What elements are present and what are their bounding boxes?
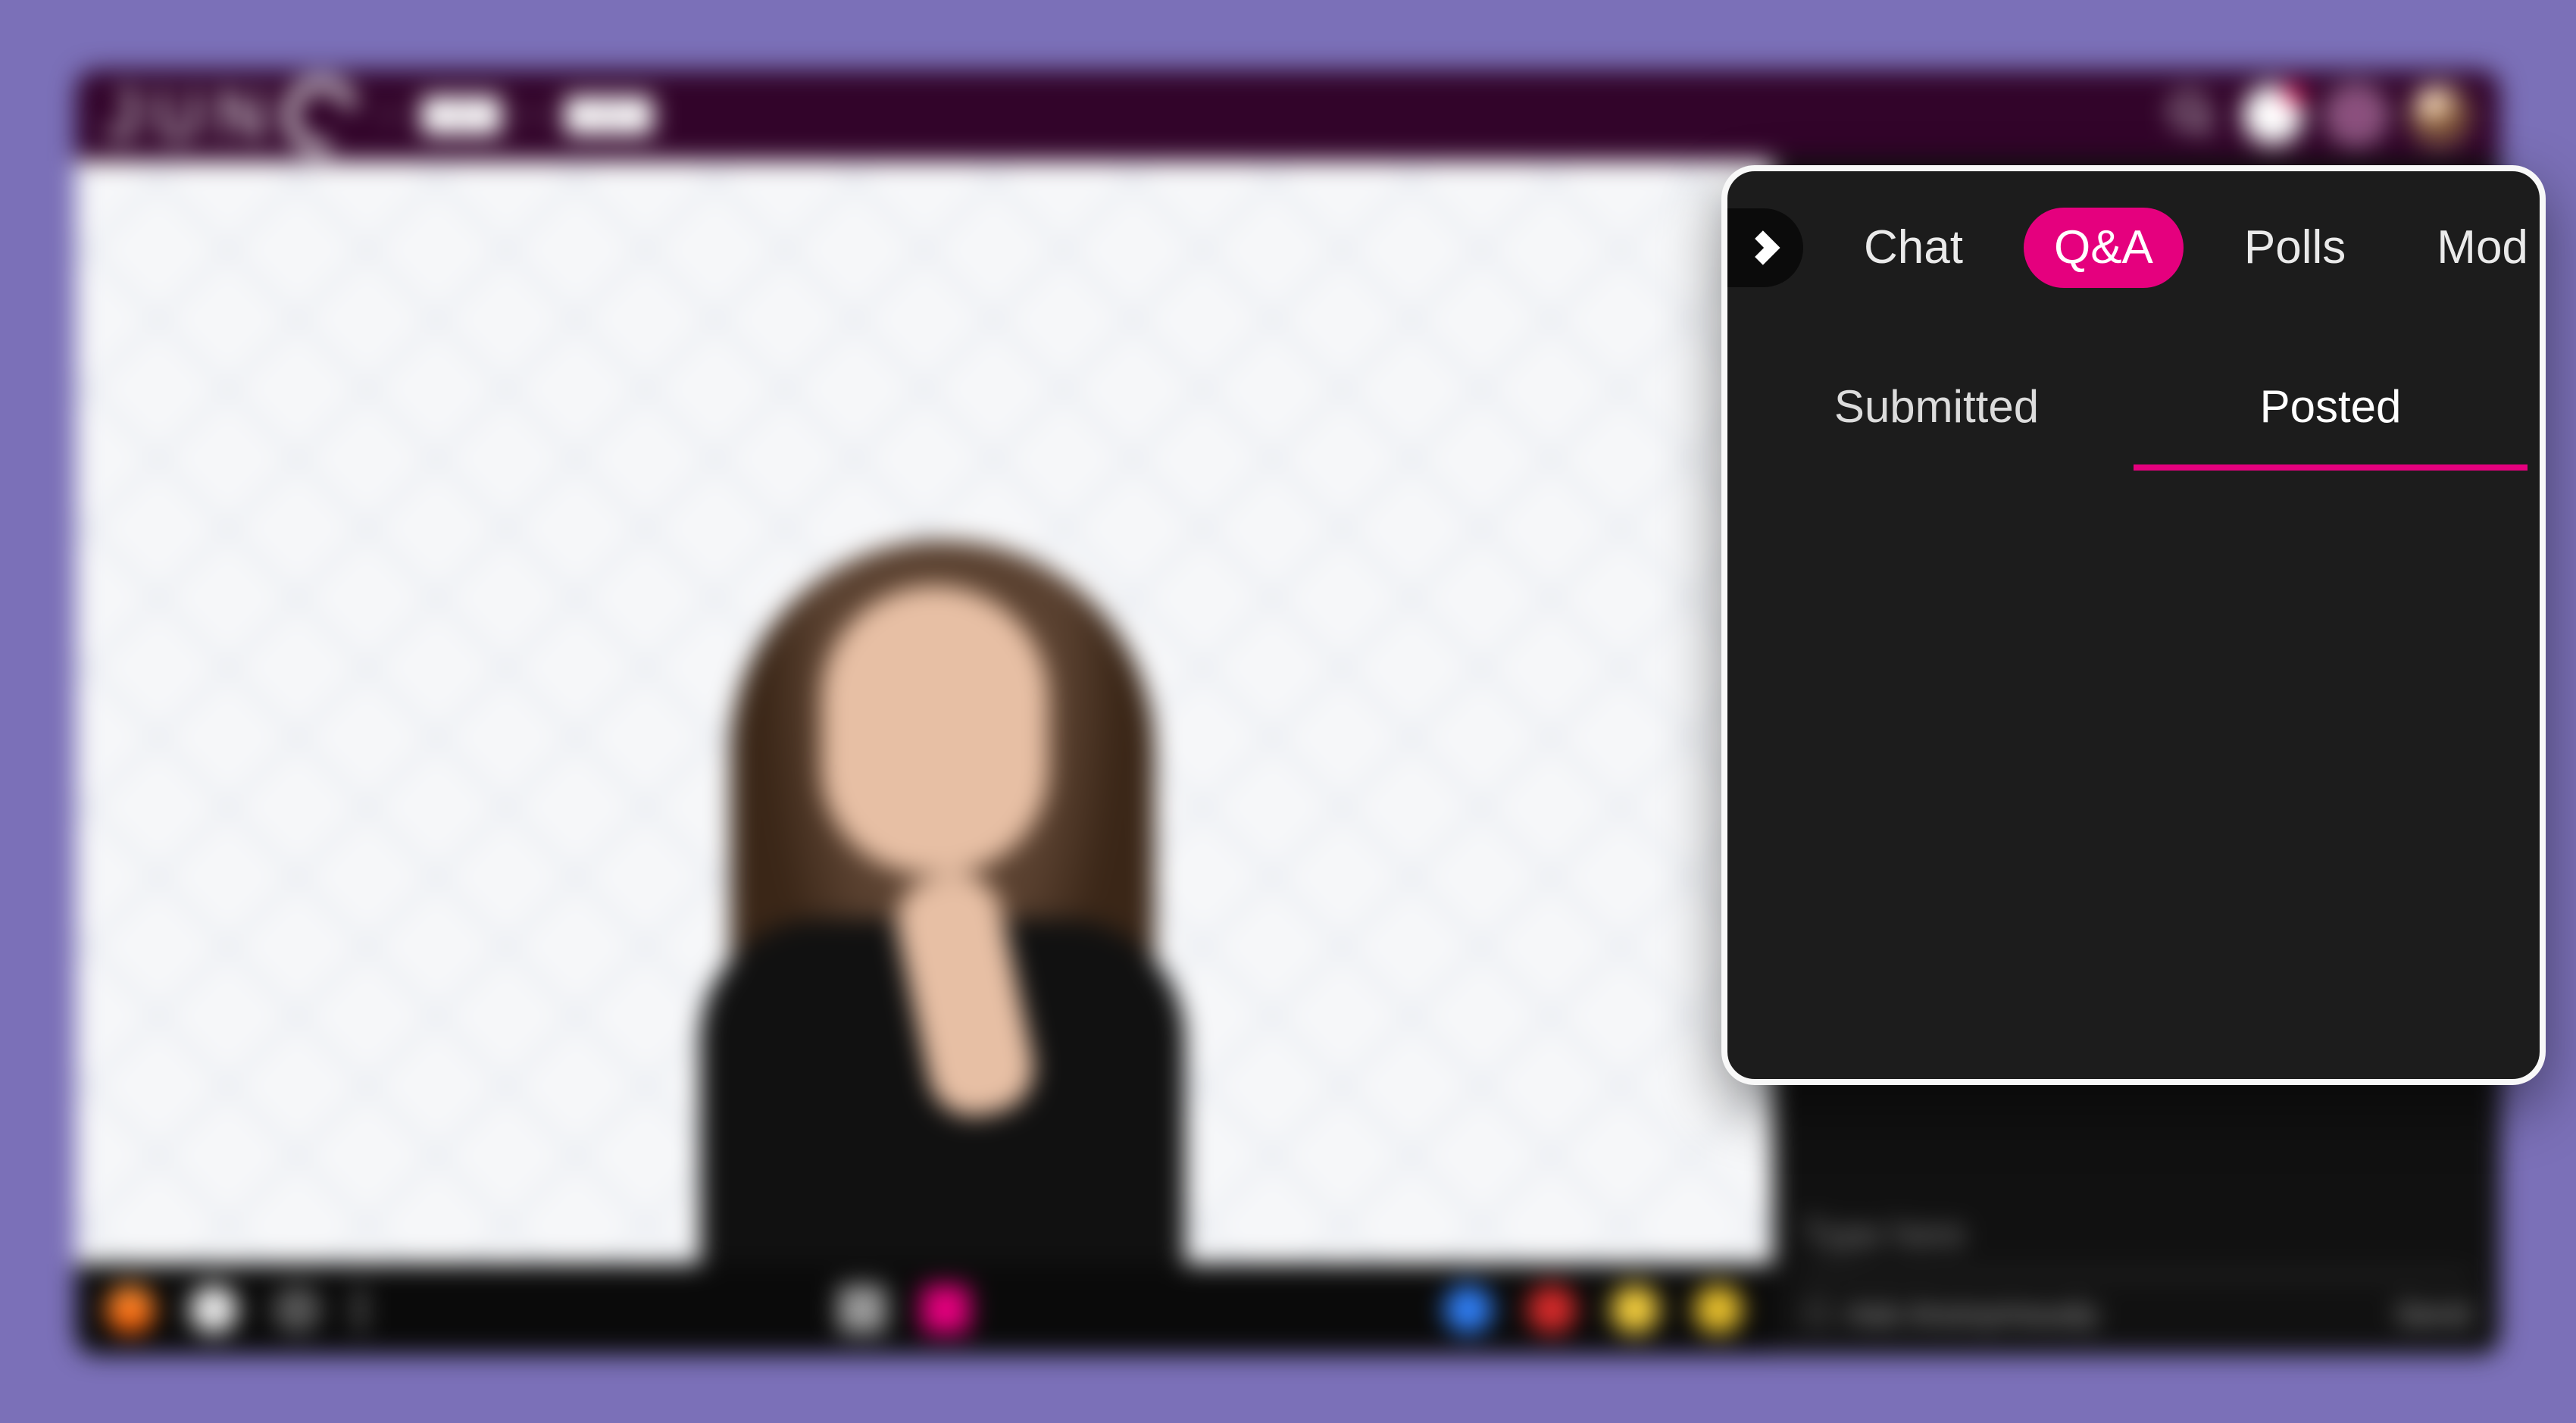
record-icon[interactable]: [921, 1285, 970, 1334]
chevron-right-icon: [1744, 228, 1784, 267]
panel-subtab-row: Submitted Posted: [1727, 318, 2540, 471]
tab-chat[interactable]: Chat: [1834, 208, 1993, 288]
presenter-video: [639, 495, 1215, 1298]
subtab-submitted[interactable]: Submitted: [1740, 352, 2134, 471]
search-icon[interactable]: [2167, 89, 2220, 142]
divider-icon: [356, 1287, 364, 1332]
layout-icon[interactable]: [838, 1285, 886, 1334]
yellow-control-icon[interactable]: [1611, 1285, 1659, 1334]
notifications-icon[interactable]: [2243, 85, 2303, 145]
avatar[interactable]: [2409, 85, 2470, 145]
blue-control-icon[interactable]: [1444, 1285, 1493, 1334]
nav-divider: ×: [381, 99, 399, 133]
brand-text: JUN: [106, 77, 280, 155]
nav-pill-2[interactable]: ·····: [564, 96, 653, 135]
qa-panel: Chat Q&A Polls Mod Submitted Posted: [1721, 165, 2546, 1085]
titlebar: JUN × ···· × ·····: [76, 70, 2500, 161]
nav-pill-1[interactable]: ····: [421, 96, 501, 135]
menu-icon[interactable]: [2326, 85, 2387, 145]
anon-label: Ask Anonymously: [1847, 1296, 2099, 1332]
reaction-icon[interactable]: [106, 1285, 155, 1334]
collapse-button[interactable]: [1724, 208, 1803, 287]
compose-placeholder: Type here: [1803, 1214, 2470, 1256]
tab-qa[interactable]: Q&A: [2024, 208, 2184, 288]
yellow2-control-icon[interactable]: [1694, 1285, 1743, 1334]
nav-divider: ×: [524, 99, 542, 133]
chat-icon[interactable]: [189, 1285, 238, 1334]
compose-underline: [1803, 1274, 2470, 1277]
subtab-posted[interactable]: Posted: [2134, 352, 2528, 471]
checkbox-icon[interactable]: ☐: [1803, 1295, 1832, 1332]
shield-icon[interactable]: [273, 1285, 321, 1334]
brand-ring-icon: [270, 70, 372, 166]
brand-logo: JUN: [106, 77, 358, 155]
end-call-icon[interactable]: [1527, 1285, 1576, 1334]
video-area: [76, 161, 1773, 1355]
panel-tab-row: Chat Q&A Polls Mod: [1727, 171, 2540, 318]
video-control-bar: [76, 1264, 1773, 1355]
send-button[interactable]: Send: [2396, 1296, 2470, 1332]
compose-area: Type here ☐ Ask Anonymously Send: [1803, 1214, 2470, 1332]
tab-mod[interactable]: Mod: [2406, 208, 2546, 288]
tab-polls[interactable]: Polls: [2214, 208, 2376, 288]
